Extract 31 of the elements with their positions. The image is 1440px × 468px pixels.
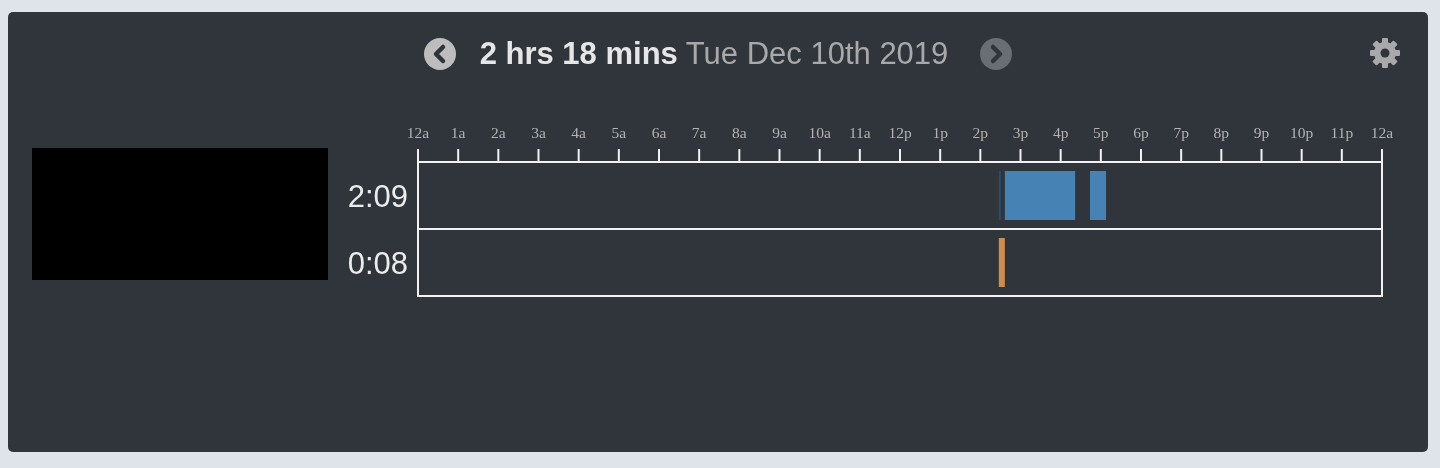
tick-label: 3a <box>531 124 546 141</box>
tick-label: 5p <box>1093 124 1109 141</box>
tick-label: 10a <box>808 124 831 141</box>
previous-button[interactable] <box>423 38 456 70</box>
tick-label: 6a <box>651 124 667 141</box>
tick-label: 1p <box>932 124 948 141</box>
tick-label: 8a <box>732 124 747 141</box>
duration-text: 2 hrs 18 mins <box>479 38 678 71</box>
tick-label: 12a <box>406 124 430 141</box>
tick-label: 10p <box>1290 124 1314 141</box>
tick-label: 8p <box>1213 124 1230 141</box>
tick-label: 6p <box>1133 124 1149 141</box>
tick-label: 9p <box>1253 124 1270 141</box>
tick-label: 9a <box>772 124 787 141</box>
tick-label: 1a <box>450 124 466 141</box>
row-total: 0:08 <box>347 245 408 281</box>
tick-label: 7p <box>1173 124 1189 141</box>
tick-label: 5a <box>611 124 627 141</box>
tick-label: 12p <box>888 124 912 141</box>
date-text: Tue Dec 10th 2019 <box>685 38 949 71</box>
settings-icon[interactable] <box>1368 36 1402 70</box>
tick-label: 11a <box>848 124 871 141</box>
tick-label: 3p <box>1012 124 1029 141</box>
tick-label: 4a <box>571 124 586 141</box>
tick-label: 2p <box>972 124 989 141</box>
row-total: 2:09 <box>347 178 408 214</box>
tick-label: 12a <box>1370 124 1394 141</box>
tick-label: 11p <box>1330 124 1354 141</box>
tick-label: 2a <box>491 124 506 141</box>
tick-label: 7a <box>691 124 707 141</box>
tick-label: 4p <box>1052 124 1069 141</box>
